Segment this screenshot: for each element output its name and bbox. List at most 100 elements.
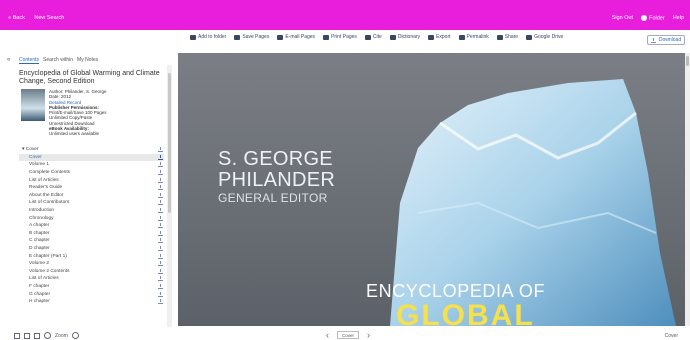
cover-title-big: GLOBAL — [396, 299, 535, 326]
back-link[interactable]: « Back — [8, 15, 25, 21]
toc-item[interactable]: Chronology — [19, 214, 164, 222]
zoom-label: Zoom — [55, 332, 68, 339]
toc-item[interactable]: H chapter — [19, 298, 164, 306]
current-page-label: Cover — [664, 333, 678, 339]
next-page-icon[interactable]: › — [367, 331, 370, 340]
folder-link[interactable]: Folder — [641, 15, 665, 21]
download-icon[interactable] — [158, 154, 163, 160]
download-icon[interactable] — [158, 177, 163, 183]
collapse-sidebar-icon[interactable]: « — [7, 57, 10, 63]
toc-item[interactable]: About the Editor — [19, 192, 164, 200]
folder-icon — [190, 34, 196, 40]
cite-icon — [364, 34, 371, 40]
sign-out-link[interactable]: Sign Out — [612, 15, 633, 21]
export-button[interactable]: Export — [428, 34, 451, 40]
download-icon[interactable] — [158, 268, 163, 274]
new-search-link[interactable]: New Search — [34, 15, 64, 21]
tab-my-notes[interactable]: My Notes — [77, 57, 98, 64]
tab-contents[interactable]: Contents — [19, 57, 40, 64]
download-icon[interactable] — [158, 253, 163, 259]
toc-item[interactable]: Complete Contents — [19, 169, 164, 177]
permalink-button[interactable]: Permalink — [458, 34, 489, 40]
page-viewer[interactable]: S. GEORGE PHILANDER GENERAL EDITOR ENCYC… — [178, 53, 685, 326]
toc-item[interactable]: C chapter — [19, 237, 164, 245]
print-icon — [323, 34, 330, 40]
share-button[interactable]: Share — [496, 34, 518, 40]
download-icon[interactable] — [158, 283, 163, 289]
tab-search-within[interactable]: Search within — [43, 57, 73, 64]
toc-item[interactable]: List of Contributors — [19, 199, 164, 207]
pager: ‹ Cover › — [326, 331, 370, 340]
bottom-bar: Zoom ‹ Cover › Cover — [0, 327, 690, 340]
download-icon[interactable] — [158, 276, 163, 282]
page-input[interactable]: Cover — [337, 331, 359, 339]
toc-item[interactable]: Volume 2 Contents — [19, 268, 164, 276]
toc-item[interactable]: Volume 2 — [19, 260, 164, 268]
download-icon[interactable] — [158, 238, 163, 244]
share-icon — [496, 34, 503, 40]
zoom-out-icon[interactable] — [44, 332, 51, 339]
print-pages-button[interactable]: Print Pages — [323, 34, 357, 40]
toc-item[interactable]: List of Articles — [19, 176, 164, 184]
availability-value: Unlimited users available — [49, 131, 100, 137]
download-button[interactable]: Download — [647, 35, 685, 45]
top-bar: « Back New Search Sign Out Folder Help — [0, 0, 690, 30]
email-icon — [277, 34, 284, 40]
dictionary-button[interactable]: Dictionary — [389, 34, 420, 40]
download-icon[interactable] — [158, 261, 163, 267]
book-info: Encyclopedia of Global Warming and Clima… — [19, 70, 164, 136]
toc-item[interactable]: F chapter — [19, 283, 164, 291]
email-pages-button[interactable]: E-mail Pages — [277, 34, 315, 40]
download-icon[interactable] — [158, 215, 163, 221]
download-icon[interactable] — [158, 299, 163, 305]
toc-item[interactable]: A chapter — [19, 222, 164, 230]
export-icon — [428, 34, 435, 40]
download-icon[interactable] — [158, 223, 163, 229]
single-page-icon[interactable] — [34, 332, 40, 339]
toc-item[interactable]: G chapter — [19, 290, 164, 298]
toc-item[interactable]: List of Articles — [19, 275, 164, 283]
fit-page-icon[interactable] — [14, 332, 20, 339]
toc-item[interactable]: Cover — [19, 153, 164, 162]
google-drive-icon — [526, 34, 533, 40]
google-drive-button[interactable]: Google Drive — [526, 34, 563, 40]
download-icon[interactable] — [158, 200, 163, 206]
book-title: Encyclopedia of Global Warming and Clima… — [19, 70, 160, 85]
prev-page-icon[interactable]: ‹ — [326, 331, 329, 340]
folder-icon — [641, 15, 648, 21]
save-pages-button[interactable]: Save Pages — [234, 34, 269, 40]
reader-toolbar: Add to folder Save Pages E-mail Pages Pr… — [190, 34, 563, 40]
toc-item[interactable]: Reader's Guide — [19, 184, 164, 192]
cite-button[interactable]: Cite — [364, 34, 382, 40]
help-link[interactable]: Help — [673, 15, 684, 21]
sidebar-scrollbar[interactable] — [167, 65, 172, 327]
sidebar-scrollbar-thumb[interactable] — [168, 73, 171, 213]
download-icon — [650, 37, 656, 43]
download-icon[interactable] — [158, 208, 163, 214]
download-icon[interactable] — [158, 291, 163, 297]
download-icon[interactable] — [158, 170, 163, 176]
sidebar-tabs: Contents Search within My Notes — [19, 57, 98, 64]
add-to-folder-button[interactable]: Add to folder — [190, 34, 226, 40]
fit-width-icon[interactable] — [24, 332, 30, 339]
cover-author: S. GEORGE PHILANDER GENERAL EDITOR — [218, 148, 336, 206]
link-icon — [458, 34, 465, 40]
toc-item[interactable]: Volume 1 — [19, 161, 164, 169]
download-icon[interactable] — [158, 230, 163, 236]
download-icon[interactable] — [158, 147, 163, 153]
download-icon[interactable] — [158, 192, 163, 198]
dictionary-icon — [389, 34, 396, 40]
zoom-in-icon[interactable] — [71, 332, 79, 339]
download-icon[interactable] — [158, 185, 163, 191]
viewer-scrollbar[interactable] — [685, 53, 690, 326]
toc-header[interactable]: ▾ Cover — [19, 146, 164, 154]
book-meta: Author: Philander, S. George Date: 2012 … — [49, 89, 107, 137]
toc-item[interactable]: E chapter (Part 1) — [19, 252, 164, 260]
viewer-scrollbar-thumb[interactable] — [686, 56, 689, 66]
download-icon[interactable] — [158, 162, 163, 168]
toc-item[interactable]: Introduction — [19, 207, 164, 215]
toc-item[interactable]: D chapter — [19, 245, 164, 253]
download-icon[interactable] — [158, 246, 163, 252]
toc-item[interactable]: B chapter — [19, 230, 164, 238]
save-icon — [234, 34, 241, 40]
